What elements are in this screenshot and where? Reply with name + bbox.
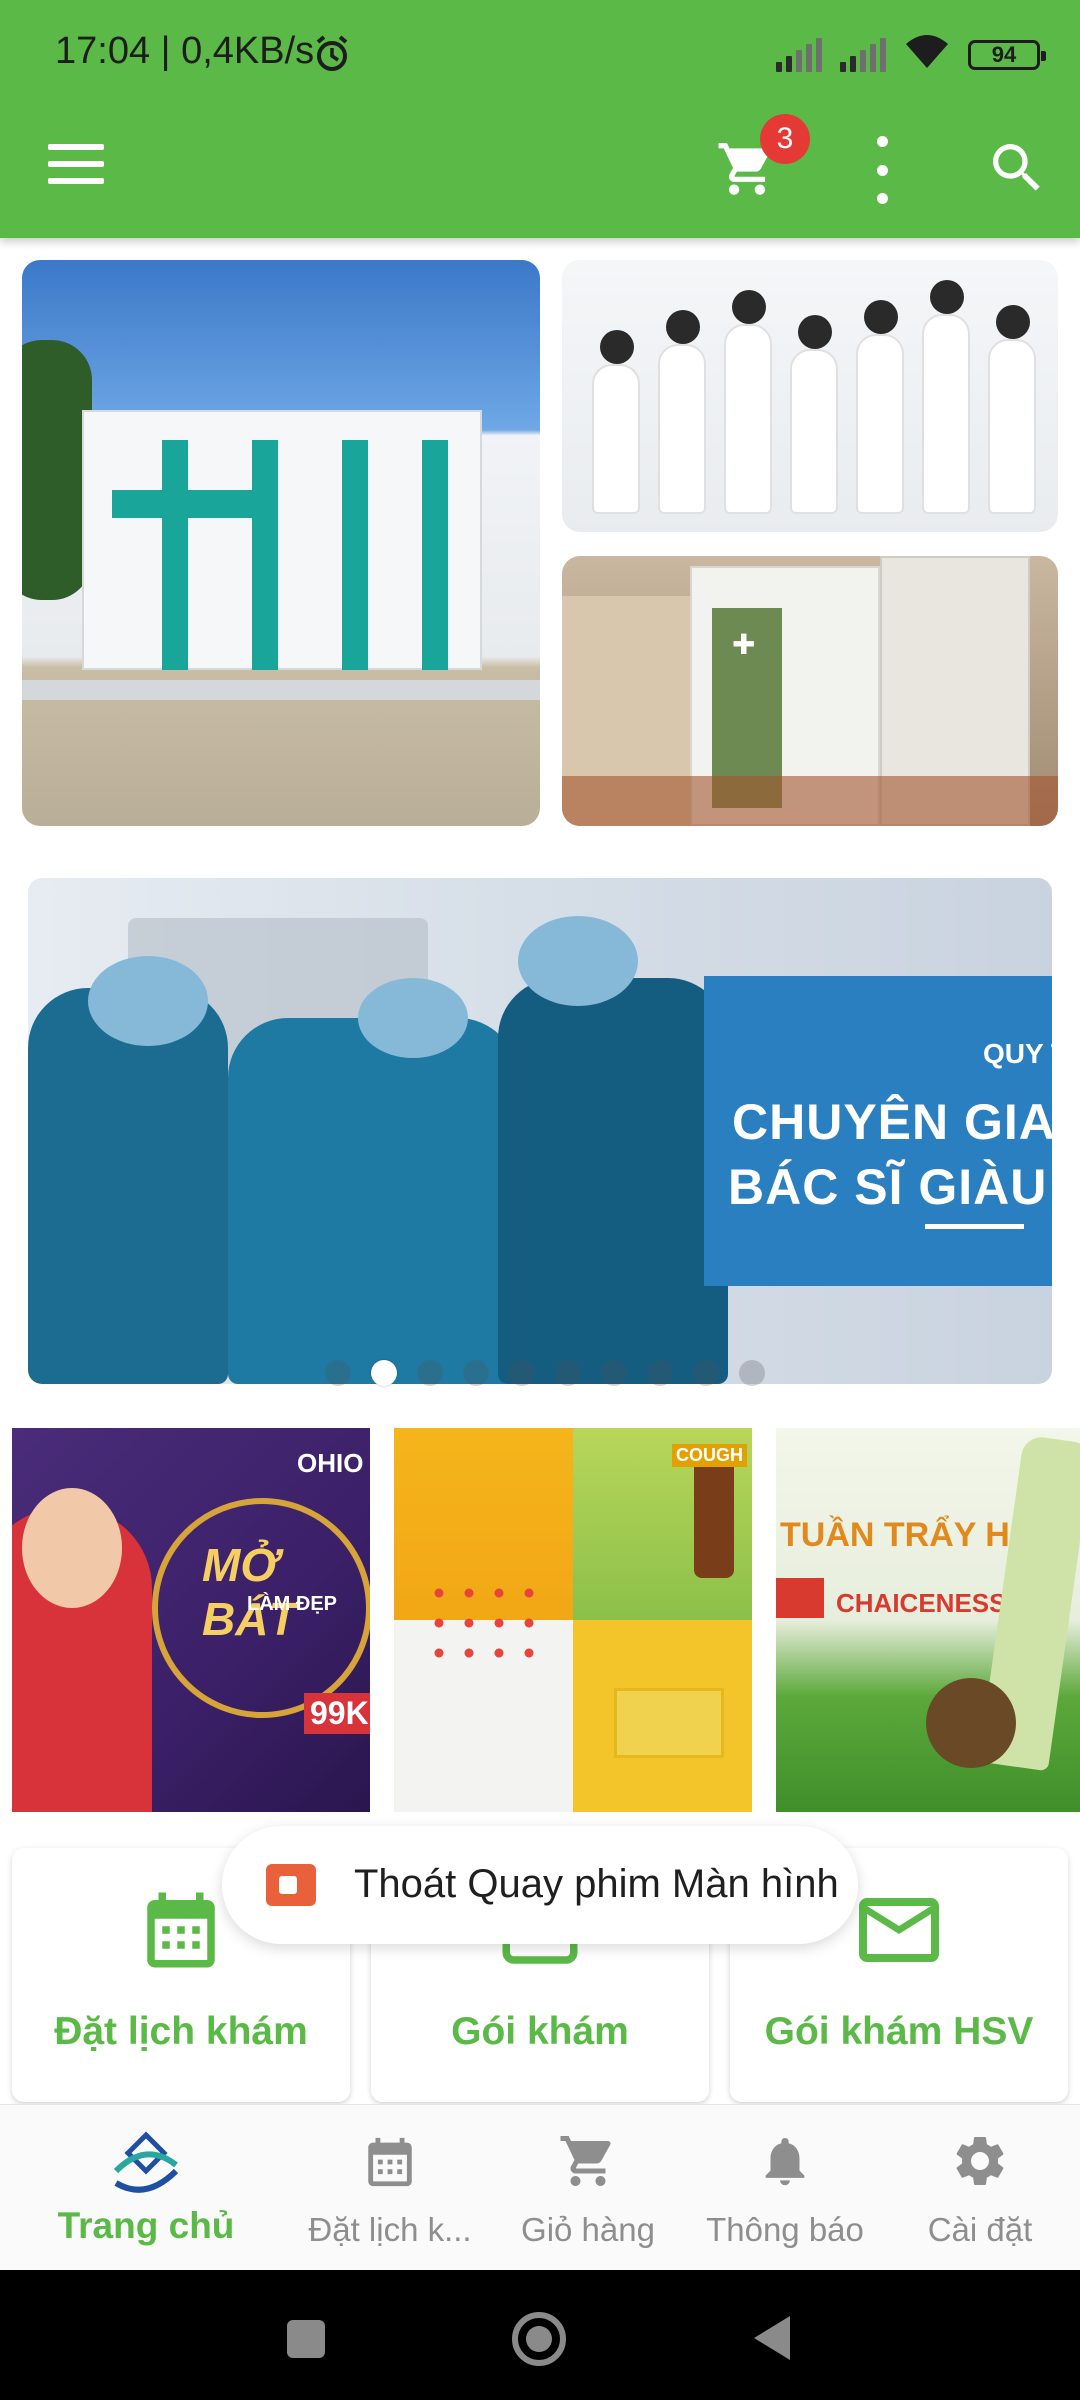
status-time: 17:04 | 0,4KB/s — [55, 30, 315, 72]
cart-badge: 3 — [760, 114, 810, 164]
carousel-dot[interactable] — [601, 1360, 627, 1386]
home-logo-icon — [106, 2131, 186, 2208]
staff-team-photo[interactable] — [562, 260, 1058, 532]
quick-action-label: Gói khám HSV — [764, 2010, 1034, 2053]
toast-text: Thoát Quay phim Màn hình — [354, 1862, 839, 1906]
carousel-indicators — [0, 1360, 1080, 1386]
battery-icon: 94 — [968, 39, 1046, 70]
carousel-dot[interactable] — [555, 1360, 581, 1386]
cart-icon — [558, 2131, 618, 2196]
carousel-dot[interactable] — [693, 1360, 719, 1386]
carousel-dot[interactable] — [509, 1360, 535, 1386]
app-bar: 3 — [0, 110, 1080, 238]
nav-settings[interactable]: Cài đặt — [880, 2105, 1080, 2271]
home-button[interactable] — [512, 2312, 566, 2366]
banner-tag: QUY T — [983, 1038, 1052, 1069]
search-icon[interactable] — [985, 136, 1049, 200]
menu-icon[interactable] — [48, 144, 104, 190]
mail-icon — [851, 1882, 947, 1983]
quick-action-label: Gói khám — [451, 2010, 629, 2053]
bell-icon — [756, 2131, 814, 2196]
nav-notifications[interactable]: Thông báo — [685, 2105, 885, 2271]
nav-home[interactable]: Trang chủ — [46, 2105, 246, 2271]
banner-headline-2: BÁC SĨ GIÀU — [728, 1159, 1048, 1215]
nav-label: Đặt lịch k... — [308, 2211, 472, 2248]
screen-record-toast[interactable]: Thoát Quay phim Màn hình — [222, 1826, 858, 1944]
alarm-icon — [312, 34, 352, 79]
calendar-icon — [136, 1882, 226, 1983]
system-navigation-bar — [0, 2270, 1080, 2400]
hospital-tower-photo[interactable]: ✚ — [562, 556, 1058, 826]
nav-label: Thông báo — [706, 2211, 864, 2248]
recents-button[interactable] — [287, 2320, 325, 2358]
carousel-dot-active[interactable] — [371, 1360, 397, 1386]
carousel-dot[interactable] — [325, 1360, 351, 1386]
carousel-dot[interactable] — [417, 1360, 443, 1386]
carousel-dot[interactable] — [463, 1360, 489, 1386]
quick-action-label: Đặt lịch khám — [54, 2010, 308, 2053]
nav-label: Giỏ hàng — [521, 2211, 655, 2248]
bottom-navigation: Trang chủ Đặt lịch k... Giỏ hàng Thông b… — [0, 2104, 1080, 2270]
calendar-icon — [361, 2131, 419, 2198]
nav-label: Cài đặt — [927, 2211, 1033, 2248]
top-app-bar: 17:04 | 0,4KB/s 94 3 — [0, 0, 1080, 238]
promo-card-chaiceness[interactable]: TUẦN TRẨY HỘI CHAICENESS — [776, 1428, 1080, 1812]
banner-headline-1: CHUYÊN GIA — [732, 1094, 1052, 1150]
nav-label: Trang chủ — [57, 2205, 235, 2246]
screen-record-icon — [266, 1864, 316, 1906]
wifi-icon — [904, 34, 950, 75]
promo-headline-3: TUẦN TRẨY HỘI — [780, 1516, 1046, 1554]
carousel-dot[interactable] — [739, 1360, 765, 1386]
promo-price: 99K — [304, 1693, 370, 1734]
battery-level: 94 — [991, 41, 1017, 67]
signal-icon — [776, 37, 822, 72]
promo-card-vitamin[interactable]: COUGH — [394, 1428, 752, 1812]
promo-brand-ohio: OHIO — [297, 1448, 364, 1478]
nav-cart[interactable]: Giỏ hàng — [488, 2105, 688, 2271]
banner-text-layer: QUY T CHUYÊN GIA BÁC SĨ GIÀU — [28, 878, 1052, 1384]
hospital-building-photo[interactable] — [22, 260, 540, 826]
promo-brand-cough: COUGH — [672, 1444, 747, 1467]
nav-appointments[interactable]: Đặt lịch k... — [290, 2105, 490, 2271]
promo-headline: MỞ BÁT — [202, 1539, 297, 1645]
more-vert-icon[interactable] — [872, 136, 892, 204]
promo-sub: LÀM ĐẸP — [247, 1593, 337, 1615]
signal-icon-2 — [840, 37, 886, 72]
status-bar: 17:04 | 0,4KB/s 94 — [0, 0, 1080, 110]
carousel-dot[interactable] — [647, 1360, 673, 1386]
back-button[interactable] — [754, 2316, 790, 2360]
gear-icon — [950, 2131, 1010, 2196]
promo-card-ohio[interactable]: OHIO MỞ BÁT LÀM ĐẸP 99K — [12, 1428, 370, 1812]
promo-brand-chaiceness: CHAICENESS — [836, 1588, 1007, 1618]
